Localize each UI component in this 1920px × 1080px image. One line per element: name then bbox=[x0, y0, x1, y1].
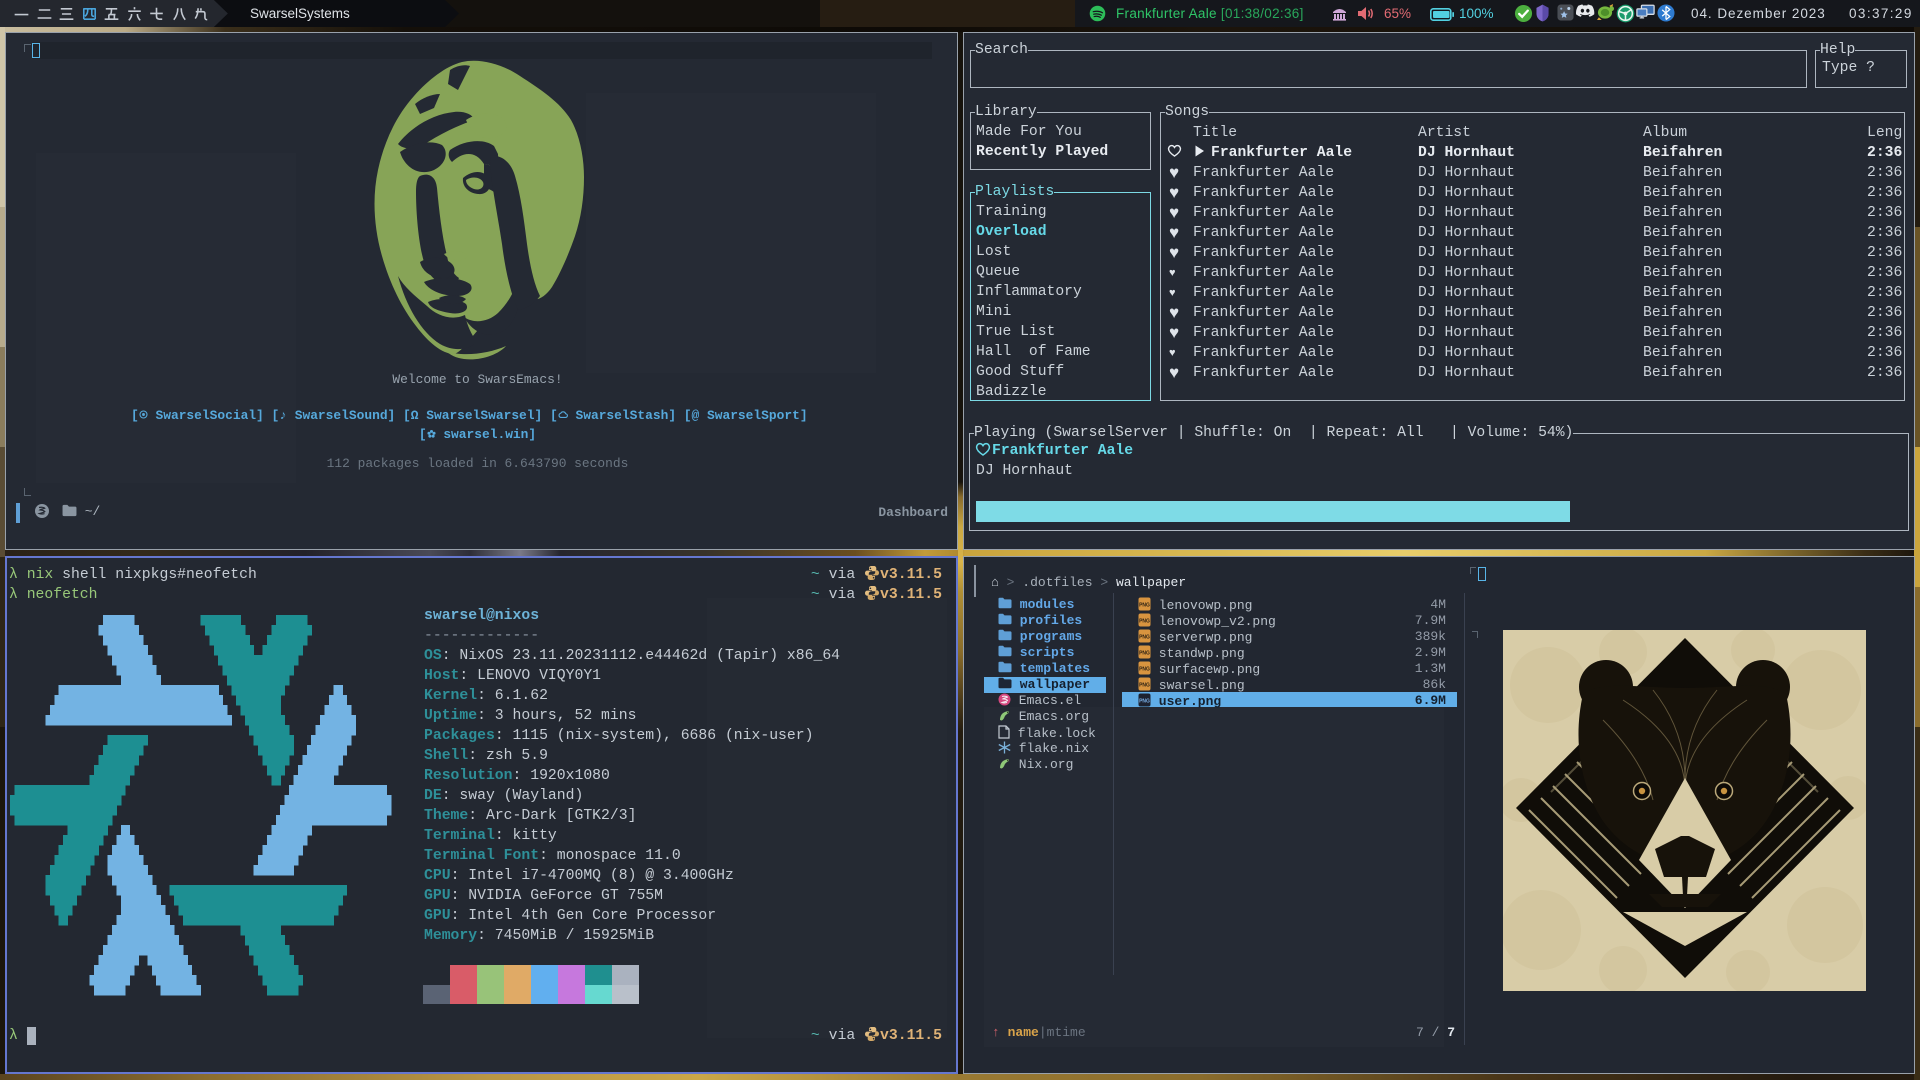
svg-text:PNG: PNG bbox=[1139, 667, 1150, 673]
svg-text:PNG: PNG bbox=[1139, 651, 1150, 657]
svg-text:PNG: PNG bbox=[1139, 603, 1150, 609]
svg-text:PNG: PNG bbox=[1139, 619, 1150, 625]
svg-text:PNG: PNG bbox=[1139, 635, 1150, 641]
svg-text:PNG: PNG bbox=[1139, 699, 1150, 705]
svg-text:PNG: PNG bbox=[1139, 683, 1150, 689]
